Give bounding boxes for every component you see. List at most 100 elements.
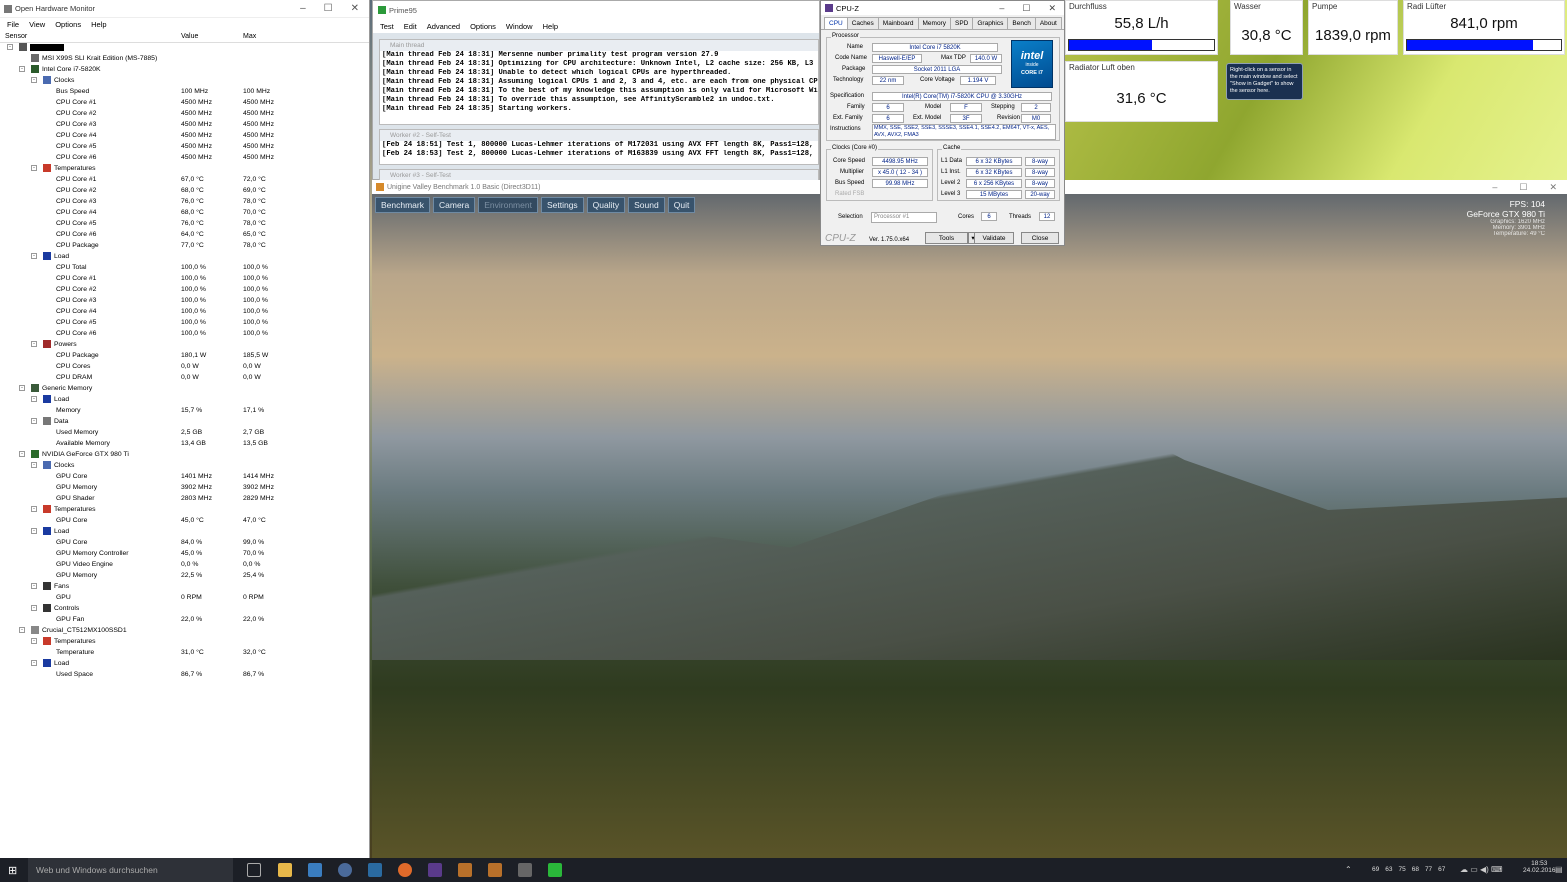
collapse-icon[interactable]: -: [19, 627, 25, 633]
sensor-row[interactable]: CPU Core #3 76,0 °C 78,0 °C: [0, 196, 368, 207]
collapse-icon[interactable]: -: [7, 44, 13, 50]
sensor-row[interactable]: GPU 0 RPM 0 RPM: [0, 592, 368, 603]
sensor-row[interactable]: GPU Core 84,0 % 99,0 %: [0, 537, 368, 548]
sensor-row[interactable]: CPU Core #1 4500 MHz 4500 MHz: [0, 97, 368, 108]
sensor-row[interactable]: GPU Memory Controller 45,0 % 70,0 %: [0, 548, 368, 559]
valley-taskbar-icon[interactable]: [458, 863, 472, 877]
sensor-row[interactable]: CPU Core #2 4500 MHz 4500 MHz: [0, 108, 368, 119]
tab-spd[interactable]: SPD: [949, 17, 974, 29]
benchmark-button[interactable]: Benchmark: [375, 197, 430, 213]
gadget-wasser[interactable]: Wasser 30,8 °C: [1230, 0, 1303, 55]
quality-button[interactable]: Quality: [586, 197, 626, 213]
prime95-taskbar-icon[interactable]: [548, 863, 562, 877]
sensor-row[interactable]: CPU Package 77,0 °C 78,0 °C: [0, 240, 368, 251]
sensor-row[interactable]: Bus Speed 100 MHz 100 MHz: [0, 86, 368, 97]
notification-icon[interactable]: ▤: [1555, 865, 1563, 874]
tree-node[interactable]: - Load: [0, 251, 368, 262]
tree-node[interactable]: - Temperatures: [0, 504, 368, 515]
sensor-row[interactable]: CPU Core #3 100,0 % 100,0 %: [0, 295, 368, 306]
tray-temperature[interactable]: 67: [1438, 866, 1445, 873]
sensor-row[interactable]: GPU Memory 3902 MHz 3902 MHz: [0, 482, 368, 493]
tree-node[interactable]: - Load: [0, 394, 368, 405]
sensor-row[interactable]: Used Memory 2,5 GB 2,7 GB: [0, 427, 368, 438]
cpuz-window[interactable]: CPU-Z – ☐ ✕ CPU Caches Mainboard Memory SP…: [820, 0, 1065, 246]
collapse-icon[interactable]: -: [31, 638, 37, 644]
sensor-row[interactable]: CPU Core #2 100,0 % 100,0 %: [0, 284, 368, 295]
close-button[interactable]: Close: [1021, 232, 1059, 244]
tray-system-icons[interactable]: ☁ ▭ ◀) ⌨: [1460, 865, 1503, 874]
task-view-icon[interactable]: [247, 863, 261, 877]
file-explorer-icon[interactable]: [278, 863, 292, 877]
ohm-titlebar[interactable]: Open Hardware Monitor – ☐ ✕: [0, 0, 369, 18]
collapse-icon[interactable]: -: [31, 462, 37, 468]
store-icon[interactable]: [308, 863, 322, 877]
tree-node[interactable]: - Powers: [0, 339, 368, 350]
sensor-row[interactable]: CPU Cores 0,0 W 0,0 W: [0, 361, 368, 372]
sensor-row[interactable]: Memory 15,7 % 17,1 %: [0, 405, 368, 416]
tree-node[interactable]: - Fans: [0, 581, 368, 592]
sensor-row[interactable]: CPU Core #5 100,0 % 100,0 %: [0, 317, 368, 328]
tray-temperature[interactable]: 63: [1385, 866, 1392, 873]
collapse-icon[interactable]: -: [31, 341, 37, 347]
menu-help[interactable]: Help: [91, 20, 106, 29]
tray-chevron-icon[interactable]: ⌃: [1345, 865, 1352, 874]
minimize-icon[interactable]: –: [300, 3, 306, 14]
sensor-row[interactable]: CPU Core #6 4500 MHz 4500 MHz: [0, 152, 368, 163]
menu-help[interactable]: Help: [543, 22, 558, 31]
collapse-icon[interactable]: -: [31, 506, 37, 512]
tree-node[interactable]: -: [0, 42, 368, 53]
tab-graphics[interactable]: Graphics: [972, 17, 1009, 29]
gadget-pumpe[interactable]: Pumpe 1839,0 rpm: [1308, 0, 1398, 55]
sensor-row[interactable]: GPU Video Engine 0,0 % 0,0 %: [0, 559, 368, 570]
tab-cpu[interactable]: CPU: [824, 17, 848, 29]
sensor-row[interactable]: CPU Core #4 100,0 % 100,0 %: [0, 306, 368, 317]
sound-button[interactable]: Sound: [628, 197, 665, 213]
tree-node[interactable]: - Intel Core i7-5820K: [0, 64, 368, 75]
sensor-row[interactable]: CPU Core #1 100,0 % 100,0 %: [0, 273, 368, 284]
tray-temperature[interactable]: 69: [1372, 866, 1379, 873]
sensor-row[interactable]: CPU Core #6 100,0 % 100,0 %: [0, 328, 368, 339]
tab-mainboard[interactable]: Mainboard: [877, 17, 919, 29]
processor-select[interactable]: Processor #1: [871, 212, 937, 223]
prime95-window[interactable]: Prime95 Test Edit Advanced Options Windo…: [372, 0, 820, 181]
sensor-row[interactable]: CPU Total 100,0 % 100,0 %: [0, 262, 368, 273]
collapse-icon[interactable]: -: [19, 66, 25, 72]
tree-node[interactable]: - Load: [0, 526, 368, 537]
validate-button[interactable]: Validate: [974, 232, 1014, 244]
menu-test[interactable]: Test: [380, 22, 394, 31]
environment-button[interactable]: Environment: [478, 197, 538, 213]
tools-button[interactable]: Tools: [925, 232, 968, 244]
tab-about[interactable]: About: [1034, 17, 1062, 29]
collapse-icon[interactable]: -: [19, 451, 25, 457]
maximize-icon[interactable]: ☐: [324, 3, 333, 14]
close-icon[interactable]: ✕: [1549, 182, 1557, 193]
sensor-row[interactable]: GPU Core 45,0 °C 47,0 °C: [0, 515, 368, 526]
tree-node[interactable]: - Temperatures: [0, 636, 368, 647]
tree-node[interactable]: - Data: [0, 416, 368, 427]
menu-view[interactable]: View: [29, 20, 45, 29]
tree-node[interactable]: MSI X99S SLI Krait Edition (MS-7885): [0, 53, 368, 64]
collapse-icon[interactable]: -: [31, 660, 37, 666]
sensor-row[interactable]: CPU Core #4 4500 MHz 4500 MHz: [0, 130, 368, 141]
column-value[interactable]: Value: [181, 33, 198, 40]
sensor-row[interactable]: GPU Memory 22,5 % 25,4 %: [0, 570, 368, 581]
menu-window[interactable]: Window: [506, 22, 533, 31]
tree-node[interactable]: - Temperatures: [0, 163, 368, 174]
collapse-icon[interactable]: -: [31, 77, 37, 83]
collapse-icon[interactable]: -: [31, 165, 37, 171]
firefox-icon[interactable]: [398, 863, 412, 877]
collapse-icon[interactable]: -: [31, 418, 37, 424]
gadget-radiator-luft-oben[interactable]: Radiator Luft oben 31,6 °C: [1065, 61, 1218, 122]
menu-edit[interactable]: Edit: [404, 22, 417, 31]
collapse-icon[interactable]: -: [31, 396, 37, 402]
tree-node[interactable]: - Generic Memory: [0, 383, 368, 394]
minimize-icon[interactable]: –: [999, 3, 1004, 14]
gadget-durchfluss[interactable]: Durchfluss 55,8 L/h: [1065, 0, 1218, 55]
ohm-taskbar-icon[interactable]: [518, 863, 532, 877]
collapse-icon[interactable]: -: [19, 385, 25, 391]
cpuz-taskbar-icon[interactable]: [428, 863, 442, 877]
tree-node[interactable]: - Controls: [0, 603, 368, 614]
sensor-row[interactable]: CPU Core #5 4500 MHz 4500 MHz: [0, 141, 368, 152]
sensor-row[interactable]: CPU DRAM 0,0 W 0,0 W: [0, 372, 368, 383]
sensor-row[interactable]: CPU Core #6 64,0 °C 65,0 °C: [0, 229, 368, 240]
